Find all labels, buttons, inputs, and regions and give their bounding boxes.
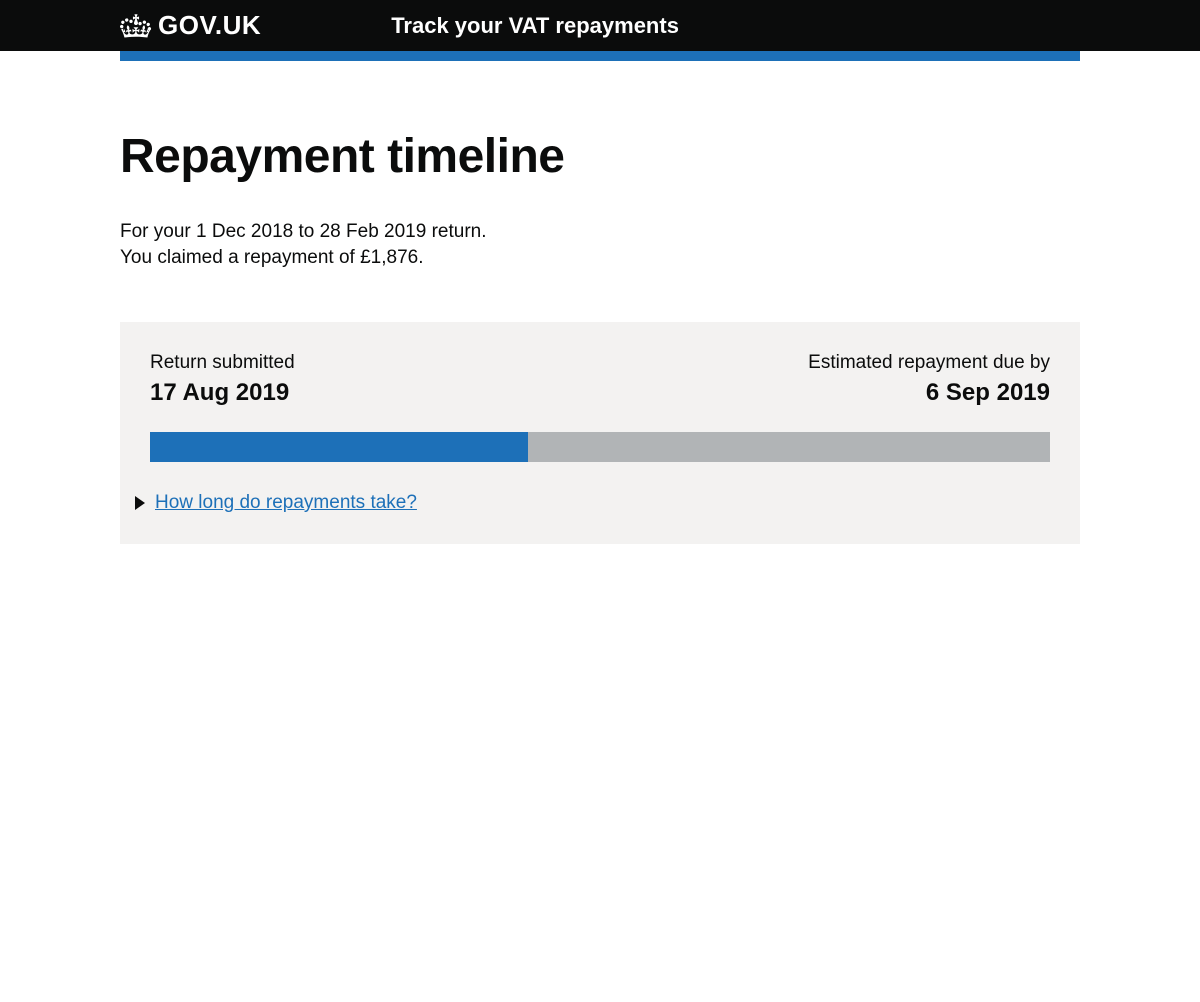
due-date: 6 Sep 2019 [808,379,1050,407]
timeline-due-col: Estimated repayment due by 6 Sep 2019 [808,352,1050,407]
main-content: Repayment timeline For your 1 Dec 2018 t… [120,61,1080,544]
intro-text: For your 1 Dec 2018 to 28 Feb 2019 retur… [120,219,1080,272]
submitted-date: 17 Aug 2019 [150,379,295,407]
due-label: Estimated repayment due by [808,352,1050,374]
progress-bar-track [150,432,1050,462]
intro-line2: You claimed a repayment of £1,876. [120,247,424,268]
timeline-submitted-col: Return submitted 17 Aug 2019 [150,352,295,407]
govuk-logo-link[interactable]: GOV.UK [120,10,261,41]
intro-line1: For your 1 Dec 2018 to 28 Feb 2019 retur… [120,221,487,242]
govuk-logo-text: GOV.UK [158,10,261,41]
header-inner: GOV.UK Track your VAT repayments [120,0,1080,51]
submitted-label: Return submitted [150,352,295,374]
site-header: GOV.UK Track your VAT repayments [0,0,1200,51]
timeline-card: Return submitted 17 Aug 2019 Estimated r… [120,322,1080,544]
details-summary[interactable]: How long do repayments take? [135,492,1050,514]
crown-icon [120,13,152,39]
page-title: Repayment timeline [120,131,1080,184]
disclosure-triangle-icon [135,496,145,510]
timeline-header: Return submitted 17 Aug 2019 Estimated r… [150,352,1050,407]
service-name: Track your VAT repayments [391,13,679,39]
details-summary-text: How long do repayments take? [155,492,417,514]
progress-bar-fill [150,432,528,462]
header-blue-bar [120,51,1080,61]
